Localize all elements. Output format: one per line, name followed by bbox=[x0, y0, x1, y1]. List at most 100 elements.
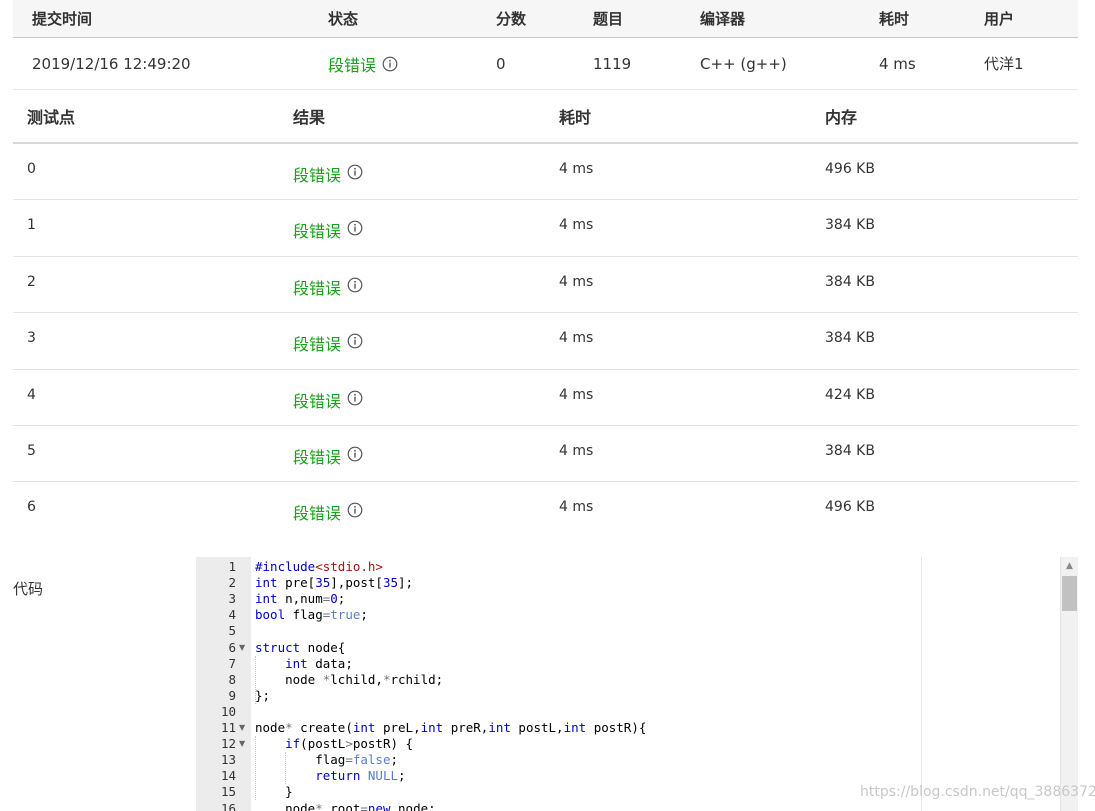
header-score: 分数 bbox=[496, 10, 527, 28]
code-line[interactable]: flag=false; bbox=[255, 752, 398, 768]
fold-arrow-icon[interactable]: ▼ bbox=[239, 720, 245, 736]
header-status: 状态 bbox=[328, 10, 359, 28]
header-compiler: 编译器 bbox=[700, 10, 746, 28]
test-case-header-row: 测试点 结果 耗时 内存 bbox=[13, 90, 1078, 144]
line-number: 1 bbox=[228, 559, 236, 574]
code-line[interactable]: node* create(int preL,int preR,int postL… bbox=[255, 720, 646, 736]
line-number: 6 bbox=[228, 639, 236, 655]
problem-link[interactable]: 1119 bbox=[593, 38, 631, 89]
line-number: 11 bbox=[220, 720, 236, 735]
test-case-row: 2 段错误 4 ms 384 KB bbox=[13, 257, 1078, 314]
header-elapsed: 耗时 bbox=[879, 10, 910, 28]
code-editor[interactable]: 1 2 3 4 5 6 ▼ 7 8 9 10 11 ▼ 12 ▼ 13 14 15 16 #include<stdi… bbox=[196, 557, 1078, 811]
header-result: 结果 bbox=[293, 108, 326, 127]
test-case-row: 1 段错误 4 ms 384 KB bbox=[13, 200, 1078, 257]
test-case-row: 6 段错误 4 ms 496 KB bbox=[13, 482, 1078, 538]
fold-arrow-icon[interactable]: ▼ bbox=[239, 736, 245, 752]
info-icon[interactable] bbox=[347, 164, 363, 180]
result-cell: 段错误 bbox=[293, 370, 363, 425]
result-cell: 段错误 bbox=[293, 426, 363, 481]
line-number: 13 bbox=[220, 752, 236, 768]
elapsed: 4 ms bbox=[879, 54, 916, 73]
indent-guide bbox=[255, 736, 256, 801]
line-number: 12 bbox=[220, 736, 236, 752]
test-point: 5 bbox=[27, 442, 36, 459]
indent-guide bbox=[285, 752, 286, 785]
result-text[interactable]: 段错误 bbox=[293, 500, 341, 524]
code-line[interactable]: #include<stdio.h> bbox=[255, 559, 383, 575]
info-icon[interactable] bbox=[347, 446, 363, 462]
line-number: 4 bbox=[228, 607, 236, 623]
result-text[interactable]: 段错误 bbox=[293, 388, 341, 412]
code-line[interactable]: }; bbox=[255, 688, 270, 704]
line-number: 8 bbox=[228, 671, 236, 687]
result-text[interactable]: 段错误 bbox=[293, 218, 341, 242]
line-number: 7 bbox=[228, 655, 236, 671]
line-number: 10 bbox=[220, 703, 236, 719]
header-memory: 内存 bbox=[825, 108, 858, 127]
test-point: 3 bbox=[27, 330, 36, 347]
score: 0 bbox=[496, 54, 506, 73]
result-cell: 段错误 bbox=[293, 144, 363, 199]
code-line[interactable]: int pre[35],post[35]; bbox=[255, 575, 413, 591]
case-elapsed: 4 ms bbox=[559, 330, 594, 347]
code-lines[interactable]: #include<stdio.h> int pre[35],post[35]; in… bbox=[255, 557, 1058, 811]
user-name[interactable]: 代洋1 bbox=[984, 38, 1024, 89]
result-text[interactable]: 段错误 bbox=[293, 275, 341, 299]
code-line[interactable]: node *lchild,*rchild; bbox=[255, 672, 443, 688]
result-cell: 段错误 bbox=[293, 257, 363, 312]
line-number-gutter: 1 2 3 4 5 6 ▼ 7 8 9 10 11 ▼ 12 ▼ 13 14 15 16 bbox=[196, 557, 251, 811]
info-icon[interactable] bbox=[347, 502, 363, 518]
test-case-row: 0 段错误 4 ms 496 KB bbox=[13, 144, 1078, 201]
result-cell: 段错误 bbox=[293, 313, 363, 368]
case-elapsed: 4 ms bbox=[559, 386, 594, 403]
header-problem: 题目 bbox=[593, 10, 624, 28]
result-text[interactable]: 段错误 bbox=[293, 331, 341, 355]
result-cell: 段错误 bbox=[293, 482, 363, 538]
case-memory: 496 KB bbox=[825, 499, 875, 516]
result-text[interactable]: 段错误 bbox=[293, 444, 341, 468]
code-line[interactable]: bool flag=true; bbox=[255, 607, 368, 623]
scroll-thumb[interactable] bbox=[1062, 576, 1077, 611]
line-number: 2 bbox=[228, 575, 236, 591]
scroll-up-arrow-icon[interactable]: ▲ bbox=[1061, 557, 1078, 575]
result-text[interactable]: 段错误 bbox=[293, 162, 341, 186]
code-line[interactable]: } bbox=[255, 784, 293, 800]
info-icon[interactable] bbox=[347, 277, 363, 293]
case-memory: 496 KB bbox=[825, 161, 875, 177]
compiler: C++ (g++) bbox=[700, 54, 787, 73]
editor-scrollbar[interactable]: ▲ bbox=[1060, 557, 1078, 811]
test-point: 2 bbox=[27, 273, 36, 290]
test-point: 0 bbox=[27, 161, 36, 177]
info-icon[interactable] bbox=[382, 56, 398, 72]
result-cell: 段错误 bbox=[293, 200, 363, 255]
submission-header-row: 提交时间 状态 分数 题目 编译器 耗时 用户 bbox=[13, 0, 1078, 38]
case-elapsed: 4 ms bbox=[559, 273, 594, 290]
code-line[interactable]: node* root=new node; bbox=[255, 801, 436, 811]
header-submit-time: 提交时间 bbox=[32, 10, 93, 28]
info-icon[interactable] bbox=[347, 390, 363, 406]
code-line[interactable]: struct node{ bbox=[255, 640, 345, 656]
case-memory: 384 KB bbox=[825, 273, 875, 290]
line-number: 9 bbox=[228, 687, 236, 703]
submit-time: 2019/12/16 12:49:20 bbox=[32, 54, 191, 73]
line-number: 15 bbox=[220, 784, 236, 800]
code-line[interactable]: return NULL; bbox=[255, 768, 405, 784]
submission-table: 提交时间 状态 分数 题目 编译器 耗时 用户 2019/12/16 12:49… bbox=[13, 0, 1078, 90]
line-number: 3 bbox=[228, 591, 236, 607]
test-case-row: 3 段错误 4 ms 384 KB bbox=[13, 313, 1078, 370]
code-line[interactable]: int data; bbox=[255, 656, 353, 672]
case-memory: 384 KB bbox=[825, 217, 875, 234]
indent-guide bbox=[255, 655, 256, 704]
info-icon[interactable] bbox=[347, 333, 363, 349]
header-elapsed: 耗时 bbox=[559, 108, 592, 127]
case-elapsed: 4 ms bbox=[559, 217, 594, 234]
status-text[interactable]: 段错误 bbox=[328, 52, 376, 76]
test-point: 1 bbox=[27, 217, 36, 234]
code-line[interactable]: if(postL>postR) { bbox=[255, 736, 413, 752]
code-line[interactable]: int n,num=0; bbox=[255, 591, 345, 607]
fold-arrow-icon[interactable]: ▼ bbox=[239, 640, 245, 656]
info-icon[interactable] bbox=[347, 220, 363, 236]
case-memory: 424 KB bbox=[825, 386, 875, 403]
case-elapsed: 4 ms bbox=[559, 442, 594, 459]
